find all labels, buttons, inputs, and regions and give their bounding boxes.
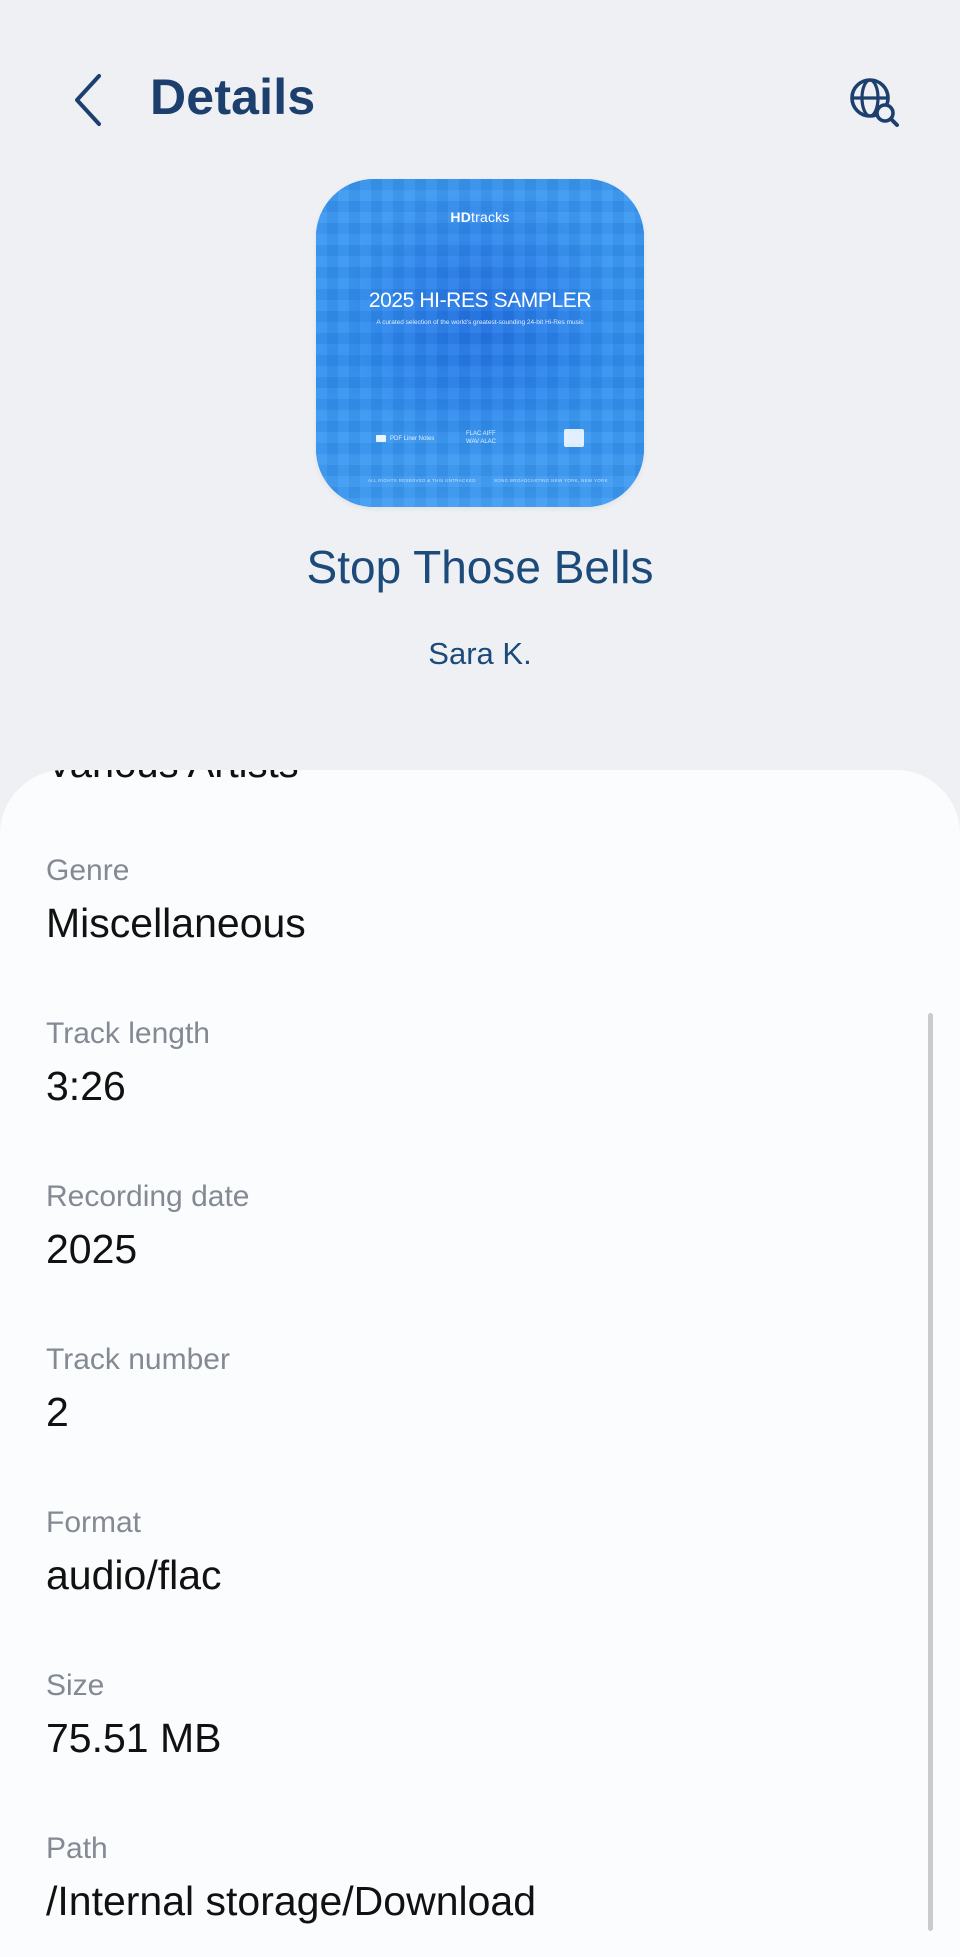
detail-row-track-length: Track length 3:26 — [46, 1015, 210, 1111]
top-app-bar: Details — [0, 0, 960, 200]
page-title: Details — [150, 69, 316, 125]
album-art-fineprint-right: SONG BROADCASTING NEW YORK, NEW YORK — [494, 478, 608, 483]
album-art-formats: FLAC AIFF WAV ALAC — [466, 431, 497, 445]
detail-row-track-number: Track number 2 — [46, 1341, 230, 1437]
book-icon — [376, 435, 386, 442]
album-art-title: 2025 HI-RES SAMPLER — [368, 289, 592, 312]
detail-row-path: Path /Internal storage/Download — [46, 1830, 536, 1926]
detail-label: Track number — [46, 1343, 230, 1376]
detail-value: 2025 — [46, 1226, 138, 1272]
web-search-button[interactable] — [838, 66, 910, 138]
album-art: HDtracks 2025 HI-RES SAMPLER A curated s… — [316, 179, 644, 507]
back-button[interactable] — [56, 62, 120, 138]
globe-search-icon — [850, 78, 899, 127]
detail-label: Size — [46, 1669, 105, 1702]
detail-label: Path — [46, 1832, 108, 1865]
album-art-badge — [564, 429, 584, 447]
detail-value: audio/flac — [46, 1552, 222, 1598]
track-title: Stop Those Bells — [306, 541, 654, 593]
detail-row-genre: Genre Miscellaneous — [46, 852, 306, 948]
chevron-left-icon — [75, 74, 101, 126]
track-artist: Sara K. — [428, 636, 532, 671]
detail-row-recording-date: Recording date 2025 — [46, 1178, 249, 1274]
detail-label: Format — [46, 1506, 142, 1539]
detail-value: 2 — [46, 1389, 69, 1435]
detail-label: Recording date — [46, 1180, 250, 1213]
album-art-fineprint-left: ALL RIGHTS RESERVED & THIS UNTRACKED — [368, 478, 476, 483]
detail-label: Genre — [46, 854, 130, 887]
hires-badge-icon — [564, 429, 584, 447]
album-art-brand: HDtracks — [450, 209, 510, 225]
album-artist-value: Various Artists — [46, 770, 299, 787]
album-art-subtitle: A curated selection of the world's great… — [376, 319, 584, 326]
detail-label: Track length — [46, 1017, 210, 1050]
detail-value: 3:26 — [46, 1063, 126, 1109]
detail-value: /Internal storage/Download — [46, 1878, 537, 1924]
detail-row-size: Size 75.51 MB — [46, 1667, 222, 1763]
details-sheet[interactable]: Various Artists Genre Miscellaneous Trac… — [0, 770, 960, 1957]
detail-row-format: Format audio/flac — [46, 1504, 222, 1600]
scrollbar[interactable] — [928, 1013, 933, 1931]
album-art-liner-notes: PDF Liner Notes — [376, 435, 434, 442]
detail-value: 75.51 MB — [46, 1715, 222, 1761]
detail-value: Miscellaneous — [46, 900, 306, 946]
